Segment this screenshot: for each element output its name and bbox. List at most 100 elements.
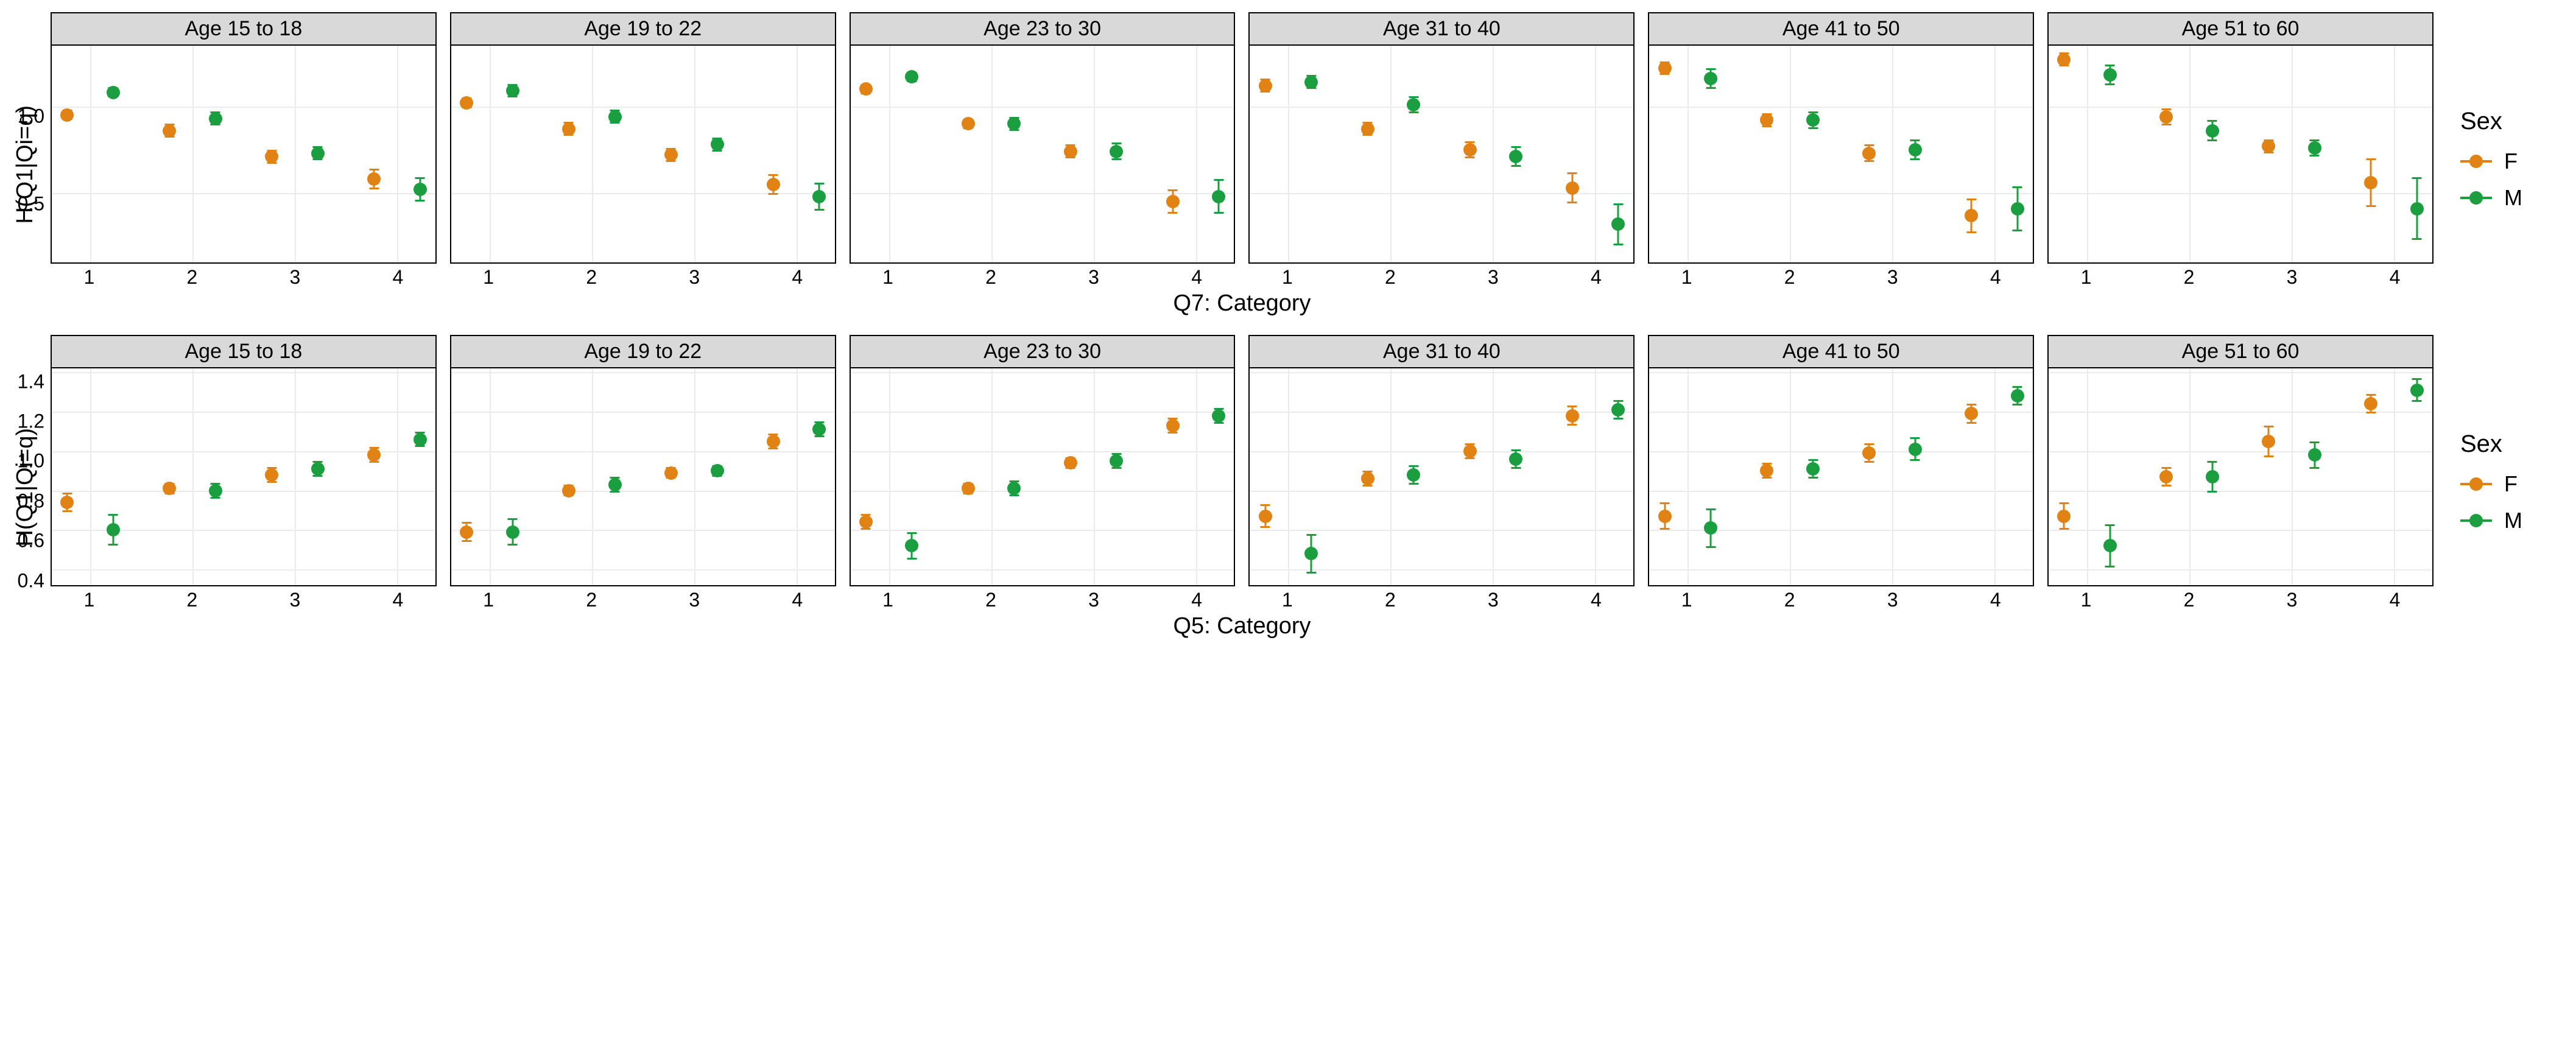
x-tick-label: 4 <box>1149 589 1245 611</box>
data-point <box>1806 462 1820 476</box>
data-point <box>209 484 222 497</box>
x-tick-label: 4 <box>1548 266 1644 289</box>
data-point <box>2103 539 2117 552</box>
data-point <box>1361 472 1374 485</box>
facet-panel <box>51 367 437 586</box>
x-tick-label: 3 <box>2243 589 2340 611</box>
data-point <box>460 525 473 539</box>
x-tick-label: 1 <box>1638 266 1734 289</box>
data-point <box>107 86 120 99</box>
x-tick-label: 2 <box>1741 589 1837 611</box>
facet-strip-label: Age 41 to 50 <box>1648 12 2034 44</box>
x-axis-ticks: 1234 <box>450 586 836 611</box>
x-tick-label: 3 <box>247 266 343 289</box>
data-point <box>1304 547 1318 560</box>
data-point <box>209 112 222 125</box>
x-tick-label: 1 <box>41 589 137 611</box>
data-point <box>1509 452 1522 466</box>
data-point <box>1909 143 1922 156</box>
x-axis-ticks: 1234 <box>1248 264 1635 288</box>
x-tick-label: 2 <box>1342 589 1438 611</box>
data-point <box>2364 176 2377 189</box>
data-point <box>1166 195 1180 208</box>
x-tick-label: 2 <box>1741 266 1837 289</box>
facet-strip-label: Age 15 to 18 <box>51 335 437 367</box>
y-tick-label: 1.2 <box>10 410 44 433</box>
facet-panel <box>450 44 836 264</box>
facet-panel <box>1248 367 1635 586</box>
figure-root: H(Q1|Qi=q)0.51.0Age 15 to 181234Age 19 t… <box>12 12 2564 639</box>
data-point <box>859 82 873 96</box>
x-tick-label: 3 <box>1445 589 1541 611</box>
x-tick-label: 2 <box>2141 589 2237 611</box>
facet-panel <box>2047 367 2433 586</box>
facet-panel <box>2047 44 2433 264</box>
data-point <box>962 117 975 130</box>
facet-strip-label: Age 51 to 60 <box>2047 12 2433 44</box>
data-point <box>1007 117 1021 130</box>
x-tick-label: 1 <box>840 589 936 611</box>
x-axis-ticks: 1234 <box>850 264 1236 288</box>
facet-strip-label: Age 23 to 30 <box>850 335 1236 367</box>
data-point <box>2011 389 2024 402</box>
chart-row: H(Q1|Qi=q)0.51.0Age 15 to 181234Age 19 t… <box>12 12 2564 317</box>
data-point <box>163 482 176 495</box>
data-point <box>367 448 381 462</box>
y-axis-ticks: 0.51.0 <box>44 55 47 274</box>
x-tick-label: 3 <box>1845 589 1941 611</box>
facet-strip-label: Age 15 to 18 <box>51 12 437 44</box>
x-tick-label: 4 <box>749 589 845 611</box>
data-point <box>367 172 381 186</box>
data-point <box>1658 61 1672 75</box>
data-point <box>1760 464 1773 477</box>
data-point <box>2206 470 2219 483</box>
data-point <box>1212 190 1225 203</box>
data-point <box>2364 397 2377 410</box>
y-tick-label: 1.0 <box>10 105 44 127</box>
legend-key-icon <box>2460 519 2492 522</box>
data-point <box>265 150 278 163</box>
x-tick-label: 4 <box>1149 266 1245 289</box>
data-point <box>1304 76 1318 89</box>
x-tick-label: 1 <box>2038 266 2134 289</box>
data-point <box>2308 141 2321 155</box>
x-tick-label: 3 <box>1845 266 1941 289</box>
facet-strip-label: Age 23 to 30 <box>850 12 1236 44</box>
data-point <box>812 190 826 203</box>
data-point <box>413 183 427 196</box>
y-tick-label: 0.5 <box>10 192 44 215</box>
x-tick-label: 2 <box>943 266 1039 289</box>
x-tick-label: 2 <box>144 589 240 611</box>
facet-strip-label: Age 41 to 50 <box>1648 335 2034 367</box>
facet-strip-label: Age 19 to 22 <box>450 335 836 367</box>
legend: SexFM <box>2460 108 2564 222</box>
data-point <box>1463 143 1477 156</box>
facet-strip-label: Age 31 to 40 <box>1248 335 1635 367</box>
data-point <box>711 464 724 477</box>
data-point <box>413 433 427 446</box>
data-point <box>1407 468 1420 482</box>
legend: SexFM <box>2460 430 2564 544</box>
data-point <box>859 515 873 529</box>
x-tick-label: 4 <box>2346 266 2443 289</box>
x-axis-ticks: 1234 <box>850 586 1236 611</box>
data-point <box>1909 443 1922 456</box>
facet-panel <box>850 44 1236 264</box>
facet: Age 19 to 221234 <box>450 12 836 288</box>
data-point <box>2011 202 2024 216</box>
data-point <box>1064 145 1077 158</box>
data-point <box>60 496 74 509</box>
x-axis-ticks: 1234 <box>2047 586 2433 611</box>
data-point <box>2057 53 2071 66</box>
data-point <box>1259 510 1272 523</box>
facet-strip-label: Age 31 to 40 <box>1248 12 1635 44</box>
data-point <box>2410 384 2424 397</box>
data-point <box>1110 454 1123 468</box>
data-point <box>1862 147 1876 160</box>
data-point <box>1704 72 1717 85</box>
x-tick-label: 2 <box>1342 266 1438 289</box>
x-tick-label: 1 <box>1638 589 1734 611</box>
data-point <box>2410 202 2424 216</box>
data-point <box>1760 113 1773 127</box>
facet: Age 19 to 22 1234 <box>450 335 836 611</box>
